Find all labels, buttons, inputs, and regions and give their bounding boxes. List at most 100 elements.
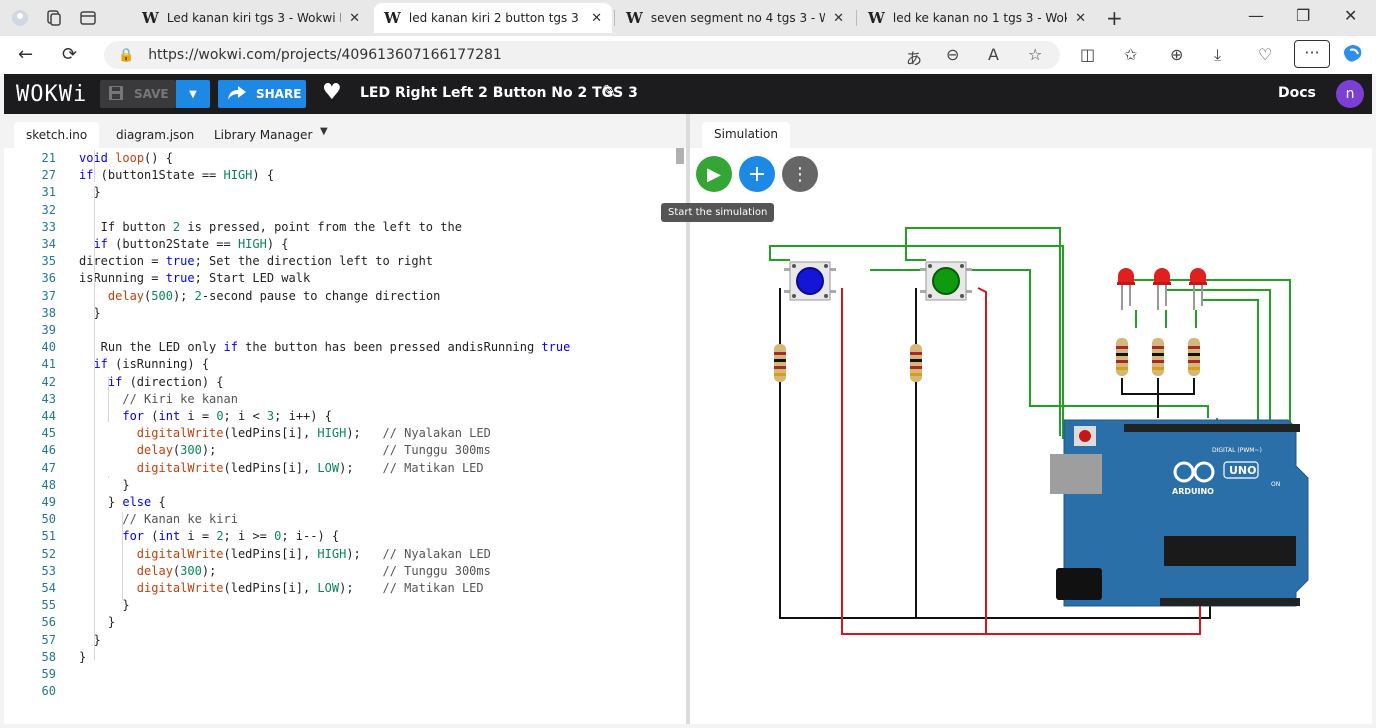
- avatar[interactable]: n: [1336, 80, 1364, 108]
- close-tab-icon[interactable]: ✕: [1075, 11, 1086, 26]
- svg-text:UNO: UNO: [1229, 464, 1257, 477]
- save-button[interactable]: SAVE: [100, 80, 176, 108]
- chevron-down-icon[interactable]: ▼: [320, 126, 328, 137]
- workspaces-icon[interactable]: [40, 4, 68, 32]
- profile-icon[interactable]: [6, 4, 34, 32]
- docs-link[interactable]: Docs: [1278, 85, 1316, 101]
- tab-diagram-json[interactable]: diagram.json: [104, 122, 206, 148]
- add-part-button[interactable]: +: [739, 156, 775, 192]
- line-number: 41: [41, 357, 56, 372]
- pushbutton-green: [920, 261, 972, 301]
- code-text: delay(300); // Tunggu 300ms: [136, 443, 491, 458]
- minimize-icon[interactable]: —: [1248, 6, 1264, 25]
- svg-text:ON: ON: [1271, 481, 1280, 488]
- save-dropdown-button[interactable]: ▼: [176, 80, 210, 108]
- back-icon[interactable]: ←: [18, 44, 33, 65]
- tab-actions-icon[interactable]: [74, 4, 102, 32]
- favorite-star-icon[interactable]: ☆: [1028, 45, 1042, 64]
- new-tab-icon[interactable]: +: [1106, 6, 1123, 30]
- more-options-button[interactable]: ⋮: [782, 156, 818, 192]
- resistor: [1116, 338, 1128, 376]
- code-text: digitalWrite(ledPins[i], LOW); // Matika…: [136, 581, 484, 595]
- line-number: 53: [41, 563, 56, 578]
- code-area[interactable]: 21void loop() {27if (button1State == HIG…: [4, 148, 686, 724]
- code-text: }: [79, 305, 101, 320]
- save-label: SAVE: [134, 87, 169, 101]
- resistor: [1152, 338, 1164, 376]
- tab-separator: [856, 10, 857, 26]
- wokwi-favicon-icon: W: [142, 9, 159, 27]
- editor-tab-bar: sketch.ino diagram.json Library Manager …: [4, 114, 686, 148]
- split-screen-icon[interactable]: ◫: [1080, 45, 1095, 64]
- code-text: digitalWrite(ledPins[i], HIGH); // Nyala…: [136, 546, 491, 561]
- wire-red: [977, 287, 987, 634]
- resistor: [1188, 338, 1200, 376]
- close-tab-icon[interactable]: ✕: [349, 11, 360, 26]
- zoom-icon[interactable]: ⊖: [946, 45, 959, 64]
- share-button[interactable]: SHARE: [218, 80, 306, 108]
- collections-icon[interactable]: ⊕: [1170, 45, 1183, 64]
- downloads-icon[interactable]: ⤓: [1214, 45, 1221, 65]
- code-text: if (button2State == HIGH) {: [93, 237, 289, 251]
- code-text: delay(500); 2-second pause to change dir…: [107, 288, 441, 303]
- indent-guide: [108, 476, 109, 478]
- favorites-icon[interactable]: ✩: [1124, 45, 1137, 64]
- simulation-canvas[interactable]: DIGITAL (PWM~) UNO ARDUINO ON: [690, 148, 1372, 724]
- browser-tab-1[interactable]: W Led kanan kiri tgs 3 - Wokwi ESP32 ✕: [132, 3, 370, 33]
- code-text: }: [79, 615, 116, 630]
- performance-icon[interactable]: ♡: [1258, 45, 1272, 64]
- browser-tab-4[interactable]: W led ke kanan no 1 tgs 3 - Wokwi ESP32 …: [858, 3, 1096, 33]
- led: [1117, 268, 1135, 310]
- code-text: if (direction) {: [107, 374, 224, 389]
- line-number: 46: [41, 443, 56, 458]
- code-text: isRunning = true; Start LED walk: [79, 271, 311, 286]
- translate-icon[interactable]: あ: [906, 45, 922, 69]
- tab-sketch-ino[interactable]: sketch.ino: [14, 122, 100, 148]
- edit-pencil-icon[interactable]: ✎: [602, 82, 616, 102]
- browser-tab-3[interactable]: W seven segment no 4 tgs 3 - Wokwi ✕: [616, 3, 854, 33]
- tab-simulation[interactable]: Simulation: [702, 122, 790, 148]
- code-text: direction = true; Set the direction left…: [79, 254, 434, 269]
- line-number: 21: [41, 151, 56, 165]
- read-aloud-icon[interactable]: A: [988, 45, 999, 64]
- heart-icon[interactable]: ♥: [322, 80, 342, 105]
- tab-title: Led kanan kiri tgs 3 - Wokwi ESP32: [166, 11, 341, 25]
- wire-green: [1202, 299, 1259, 422]
- more-menu-icon[interactable]: ···: [1294, 40, 1330, 68]
- code-text: }: [79, 477, 130, 492]
- line-number: 56: [41, 615, 56, 630]
- line-number: 36: [41, 271, 56, 286]
- indent-guide: [108, 376, 109, 422]
- line-number: 44: [41, 409, 56, 423]
- circuit-diagram: DIGITAL (PWM~) UNO ARDUINO ON: [769, 227, 1309, 635]
- close-window-icon[interactable]: ✕: [1344, 6, 1357, 25]
- code-text: }: [79, 185, 101, 200]
- line-number: 58: [41, 649, 56, 664]
- close-tab-icon[interactable]: ✕: [833, 11, 844, 26]
- wokwi-logo[interactable]: WOKWi: [16, 82, 87, 107]
- code-text: digitalWrite(ledPins[i], LOW); // Matika…: [136, 460, 484, 475]
- resistor: [774, 344, 786, 382]
- line-number: 38: [41, 305, 56, 320]
- line-number: 35: [41, 254, 56, 269]
- line-number: 31: [41, 185, 56, 200]
- code-text: // Kanan ke kiri: [122, 512, 238, 527]
- restore-icon[interactable]: ❐: [1296, 6, 1310, 25]
- line-number: 32: [41, 202, 56, 217]
- wokwi-header: WOKWi SAVE ▼ SHARE ♥ LED Right Left 2 Bu…: [4, 74, 1372, 114]
- address-bar: ← ⟳ 🔒 https://wokwi.com/projects/4096136…: [0, 36, 1376, 74]
- copilot-icon[interactable]: [1342, 42, 1364, 68]
- close-tab-icon[interactable]: ✕: [591, 11, 602, 26]
- line-number: 48: [41, 477, 56, 492]
- wire-green: [905, 227, 1061, 436]
- editor-scrollbar[interactable]: [676, 148, 684, 164]
- wire-green: [1166, 289, 1271, 422]
- tab-title: seven segment no 4 tgs 3 - Wokwi: [650, 11, 826, 25]
- start-simulation-button[interactable]: ▶: [696, 156, 732, 192]
- browser-tab-2[interactable]: W led kanan kiri 2 button tgs 3 - Wokwi …: [374, 3, 612, 33]
- refresh-icon[interactable]: ⟳: [62, 44, 77, 65]
- indent-guide: [122, 512, 123, 600]
- tab-separator: [614, 10, 615, 26]
- tab-library-manager[interactable]: Library Manager: [202, 122, 324, 148]
- line-number: 33: [41, 219, 56, 234]
